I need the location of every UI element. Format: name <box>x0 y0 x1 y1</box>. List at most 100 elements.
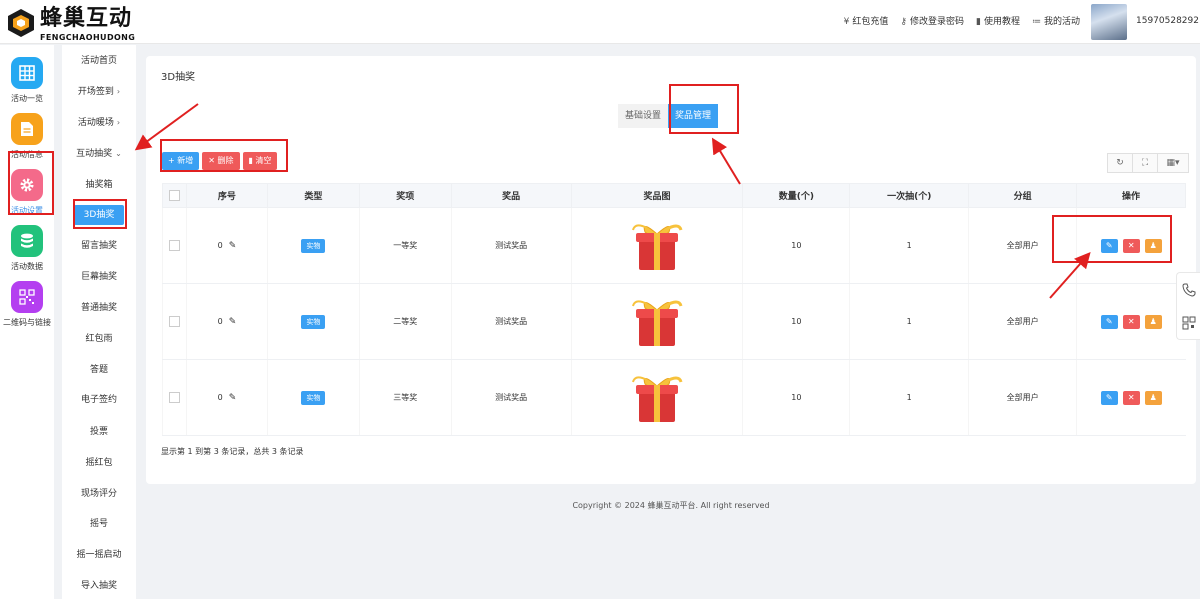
subnav-item[interactable]: 开场签到 › <box>62 82 136 102</box>
database-icon <box>11 225 43 257</box>
annotation-box <box>1052 215 1172 263</box>
column-header[interactable]: 类型 <box>266 183 360 208</box>
copyright: Copyright © 2024 蜂巢互动平台. All right reser… <box>572 501 770 510</box>
delete-row-button[interactable]: ✕ <box>1122 390 1140 405</box>
row-checkbox[interactable] <box>168 316 180 327</box>
qrcode-small-icon[interactable] <box>1181 315 1197 331</box>
topnav-recharge[interactable]: ¥ 红包充值 <box>844 14 889 27</box>
subnav-item[interactable]: 摇红包 <box>62 453 136 473</box>
sidebar-item-activity-data[interactable]: 活动数据 <box>0 219 54 275</box>
subnav-item[interactable]: 红包雨 <box>62 329 136 349</box>
sidebar-label: 活动数据 <box>11 262 43 271</box>
pencil-icon[interactable]: ✎ <box>229 393 237 403</box>
tab-basic-settings[interactable]: 基础设置 <box>618 104 669 128</box>
topnav-my-activities[interactable]: ≔ 我的活动 <box>1032 14 1080 27</box>
qrcode-icon <box>11 281 43 313</box>
yen-icon: ¥ <box>843 17 850 27</box>
delete-row-button[interactable]: ✕ <box>1122 314 1140 329</box>
subnav-item[interactable]: 抽奖箱 <box>62 175 136 195</box>
subnav-item[interactable]: 导入抽奖 <box>62 576 136 596</box>
pencil-icon[interactable]: ✎ <box>229 317 237 327</box>
annotation-box <box>160 139 288 172</box>
subnav-item[interactable]: 巨幕抽奖 <box>62 267 136 287</box>
annotation-box <box>8 151 54 215</box>
edit-button[interactable]: ✎ <box>1100 390 1118 405</box>
top-nav: ¥ 红包充值 ⚷ 修改登录密码 ▮ 使用教程 ≔ 我的活动 <box>844 14 1080 27</box>
list-icon: ≔ <box>1031 17 1041 27</box>
topnav-change-password[interactable]: ⚷ 修改登录密码 <box>900 14 964 27</box>
subnav-item[interactable]: 留言抽奖 <box>62 236 136 256</box>
brand-name: 蜂巢互动 <box>40 6 133 31</box>
column-header[interactable]: 操作 <box>1076 183 1186 208</box>
user-button[interactable]: ♟ <box>1144 314 1162 329</box>
avatar[interactable] <box>1091 4 1127 40</box>
row-checkbox[interactable] <box>168 392 180 403</box>
pagination-info: 显示第 1 到第 3 条记录，总共 3 条记录 <box>161 447 304 456</box>
chevron-right-icon: › <box>116 118 121 127</box>
grid-icon <box>11 57 43 89</box>
chevron-down-icon: ⌄ <box>115 149 122 158</box>
qty-cell: 10 <box>742 359 850 436</box>
prize-cell: 测试奖品 <box>450 207 572 284</box>
sidebar-label: 活动一览 <box>11 94 43 103</box>
brand-logo[interactable]: 蜂巢互动 FENGCHAOHUDONG <box>6 6 136 42</box>
floating-tools <box>1176 272 1200 340</box>
select-all-cell <box>162 183 187 208</box>
refresh-icon[interactable]: ↻ <box>1107 153 1133 173</box>
subnav-item[interactable]: 活动暖场 › <box>62 113 136 133</box>
pencil-icon[interactable]: ✎ <box>229 241 237 251</box>
icon-sidebar: 活动一览 活动信息 活动设置 活动数据 二维码与链接 <box>0 45 54 599</box>
prize-cell: 测试奖品 <box>450 359 572 436</box>
subnav-item[interactable]: 活动首页 <box>62 51 136 71</box>
award-cell: 一等奖 <box>358 207 452 284</box>
table-row: 0 ✎ 实物 三等奖 测试奖品 10 1 全部用户 ✎ ✕ ♟ <box>162 359 1186 436</box>
logo-icon <box>8 9 34 37</box>
column-header[interactable]: 序号 <box>185 183 268 208</box>
column-header[interactable]: 奖品 <box>450 183 572 208</box>
column-header[interactable]: 数量(个) <box>742 183 851 208</box>
top-bar: 蜂巢互动 FENGCHAOHUDONG ¥ 红包充值 ⚷ 修改登录密码 ▮ 使用教程 … <box>0 0 1200 44</box>
user-phone[interactable]: 15970528292 <box>1136 16 1199 26</box>
phone-icon[interactable] <box>1181 282 1197 298</box>
sub-sidebar: 活动首页 开场签到 › 活动暖场 › 互动抽奖 ⌄ 抽奖箱 3D抽奖 留言抽奖 巨幕抽… <box>62 45 136 599</box>
document-icon <box>11 113 43 145</box>
subnav-item[interactable]: 投票 <box>62 422 136 442</box>
select-all-checkbox[interactable] <box>168 190 180 201</box>
sidebar-item-activity-list[interactable]: 活动一览 <box>0 51 54 107</box>
subnav-item[interactable]: 互动抽奖 ⌄ <box>62 144 136 164</box>
per-draw-cell: 1 <box>849 359 969 436</box>
brand-name-en: FENGCHAOHUDONG <box>40 33 136 42</box>
type-badge: 实物 <box>301 390 326 405</box>
seq-value: 0 <box>217 316 223 326</box>
gift-box-image <box>631 375 683 422</box>
subnav-item[interactable]: 答题 <box>62 360 136 380</box>
column-header[interactable]: 奖项 <box>358 183 452 208</box>
column-header[interactable]: 奖品图 <box>570 183 744 208</box>
topnav-tutorial[interactable]: ▮ 使用教程 <box>976 14 1020 27</box>
per-draw-cell: 1 <box>849 283 969 360</box>
row-actions: ✎ ✕ ♟ <box>1100 314 1162 329</box>
subnav-item[interactable]: 电子签约 <box>62 390 136 410</box>
type-badge: 实物 <box>301 314 326 329</box>
subnav-item[interactable]: 普通抽奖 <box>62 298 136 318</box>
edit-button[interactable]: ✎ <box>1100 314 1118 329</box>
column-header[interactable]: 分组 <box>968 183 1078 208</box>
annotation-box <box>73 199 127 229</box>
table-header-row: 序号 类型 奖项 奖品 奖品图 数量(个) 一次抽(个) 分组 操作 <box>162 183 1186 208</box>
columns-icon[interactable]: ▦▾ <box>1157 153 1189 173</box>
row-actions: ✎ ✕ ♟ <box>1100 390 1162 405</box>
gift-box-image <box>631 299 683 346</box>
user-button[interactable]: ♟ <box>1144 390 1162 405</box>
table-row: 0 ✎ 实物 一等奖 测试奖品 10 1 全部用户 ✎ ✕ ♟ <box>162 207 1186 284</box>
subnav-item[interactable]: 摇号 <box>62 514 136 534</box>
column-header[interactable]: 一次抽(个) <box>849 183 970 208</box>
doc-icon: ▮ <box>976 17 981 27</box>
group-cell: 全部用户 <box>968 283 1077 360</box>
subnav-item[interactable]: 摇一摇启动 <box>62 545 136 565</box>
qty-cell: 10 <box>742 207 850 284</box>
row-checkbox[interactable] <box>168 240 180 251</box>
table-toolbar: ↻ ⛶ ▦▾ <box>1107 153 1189 173</box>
fullscreen-icon[interactable]: ⛶ <box>1132 153 1158 173</box>
prize-table: 序号 类型 奖项 奖品 奖品图 数量(个) 一次抽(个) 分组 操作 0 ✎ 实物… <box>162 183 1186 436</box>
sidebar-item-qrcode-links[interactable]: 二维码与链接 <box>0 275 54 331</box>
